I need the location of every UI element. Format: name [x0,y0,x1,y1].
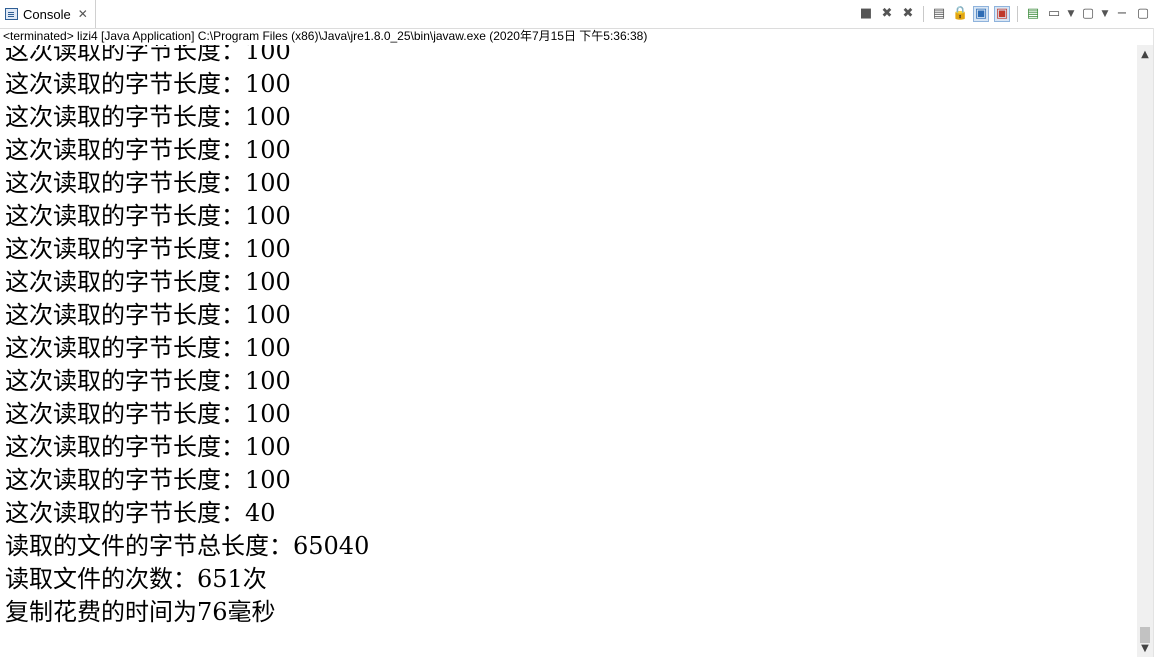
console-output-line: 这次读取的字节长度：100 [5,169,291,197]
console-output-line: 这次读取的字节长度：100 [5,400,291,428]
console-output-line: 这次读取的字节长度：100 [5,301,291,329]
view-tab-bar: Console ✕ ■ ✖ ✖ ▤ 🔒 ▣ ▣ ▤ ▭ ▼ ▢ ▼ − ▢ [0,0,1161,29]
scroll-lock-icon[interactable]: 🔒 [952,6,968,22]
console-output-line: 这次读取的字节长度：100 [5,466,291,494]
toolbar-separator [923,6,924,22]
console-output-line: 这次读取的字节长度：100 [5,367,291,395]
console-output-line: 这次读取的字节长度：100 [5,235,291,263]
show-stderr-icon[interactable]: ▣ [994,6,1010,22]
scroll-up-icon[interactable]: ▲ [1137,47,1153,63]
remove-launch-icon[interactable]: ✖ [879,6,895,22]
process-status-label: <terminated> lizi4 [Java Application] C:… [3,29,648,43]
console-output-line: 这次读取的字节长度：100 [5,334,291,362]
maximize-icon[interactable]: ▢ [1135,6,1151,22]
console-output-line: 这次读取的字节长度：100 [5,136,291,164]
scroll-down-icon[interactable]: ▼ [1137,641,1153,657]
toolbar-separator [1017,6,1018,22]
pin-console-icon[interactable]: ▤ [1025,6,1041,22]
close-tab-icon[interactable]: ✕ [78,7,88,21]
clear-console-icon[interactable]: ▤ [931,6,947,22]
console-output-line: 这次读取的字节长度：100 [5,45,291,65]
console-output-line: 读取的文件的字节总长度：65040 [5,532,370,560]
console-output-line: 这次读取的字节长度：100 [5,268,291,296]
console-output-line: 这次读取的字节长度：100 [5,70,291,98]
console-output-line: 复制花费的时间为76毫秒 [5,598,276,626]
console-output-line: 读取文件的次数：651次 [5,565,267,593]
minimize-icon[interactable]: − [1114,6,1130,22]
terminate-icon[interactable]: ■ [858,6,874,22]
vertical-scrollbar[interactable]: ▲ ▼ [1137,45,1153,657]
console-output-line: 这次读取的字节长度：40 [5,499,276,527]
chevron-down-icon[interactable]: ▼ [1101,6,1109,22]
console-tab-label: Console [23,6,71,22]
remove-all-icon[interactable]: ✖ [900,6,916,22]
chevron-down-icon[interactable]: ▼ [1067,6,1075,22]
console-output-line: 这次读取的字节长度：100 [5,103,291,131]
console-tab[interactable]: Console ✕ [0,0,96,28]
console-icon [5,8,18,20]
console-output-line: 这次读取的字节长度：100 [5,202,291,230]
open-console-icon[interactable]: ▢ [1080,6,1096,22]
console-output-line: 这次读取的字节长度：100 [5,433,291,461]
console-output[interactable]: 这次读取的字节长度：100 这次读取的字节长度：100 这次读取的字节长度：100 这… [0,45,1137,657]
console-toolbar: ■ ✖ ✖ ▤ 🔒 ▣ ▣ ▤ ▭ ▼ ▢ ▼ − ▢ [858,5,1151,23]
console-lines: 这次读取的字节长度：100 这次读取的字节长度：100 这次读取的字节长度：100 这… [5,45,369,629]
show-stdout-icon[interactable]: ▣ [973,6,989,22]
display-console-icon[interactable]: ▭ [1046,6,1062,22]
view-border [1153,28,1161,657]
